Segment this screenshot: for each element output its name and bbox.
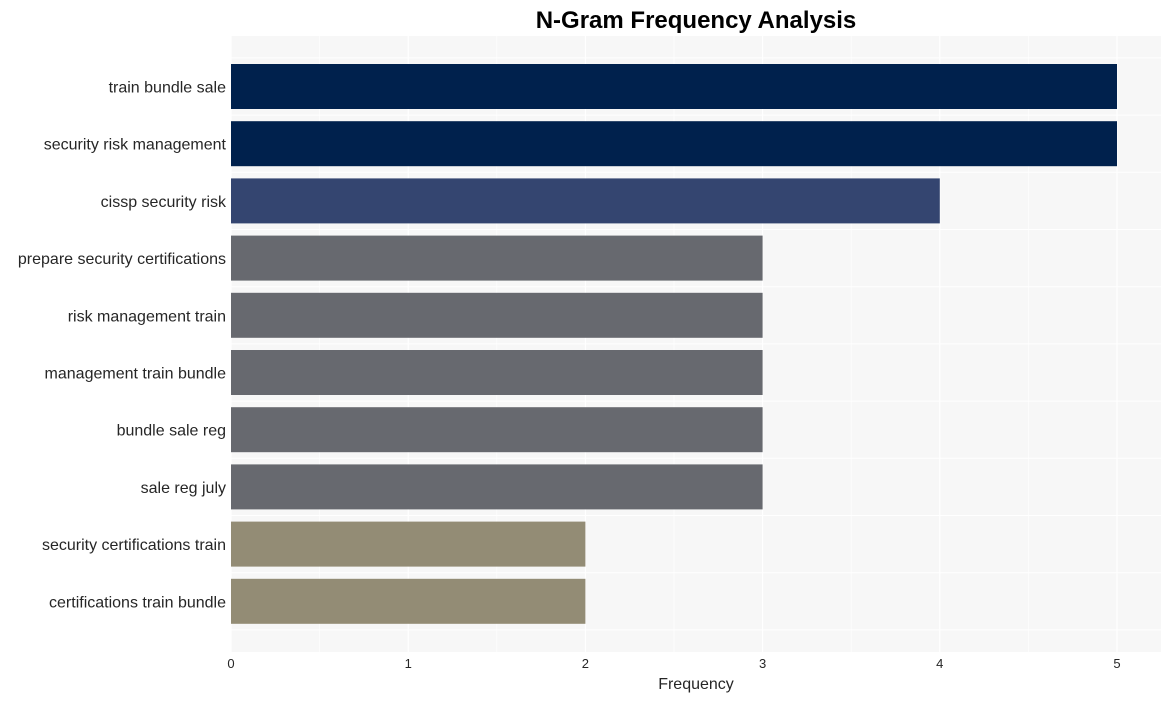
y-tick-label: sale reg july (141, 480, 226, 497)
x-axis-label: Frequency (658, 676, 734, 693)
x-tick-label: 4 (936, 656, 943, 671)
y-tick-label: bundle sale reg (117, 423, 226, 440)
bar (231, 407, 763, 453)
chart-title: N-Gram Frequency Analysis (536, 7, 857, 34)
y-tick-labels: train bundle sale security risk managemen… (18, 80, 227, 612)
x-tick-label: 3 (759, 656, 766, 671)
y-tick-label: security certifications train (42, 537, 226, 554)
y-tick-label: certifications train bundle (49, 594, 226, 611)
bar (231, 464, 763, 510)
y-tick-label: management train bundle (45, 366, 227, 383)
bar (231, 292, 763, 338)
y-tick-label: security risk management (44, 137, 227, 154)
bar (231, 521, 586, 567)
y-tick-label: prepare security certifications (18, 251, 226, 268)
y-tick-label: risk management train (68, 308, 226, 325)
x-tick-label: 5 (1113, 656, 1120, 671)
x-tick-label: 0 (227, 656, 234, 671)
bar (231, 578, 586, 624)
bar (231, 178, 940, 224)
y-tick-label: cissp security risk (101, 194, 227, 211)
bar (231, 64, 1117, 109)
y-tick-label: train bundle sale (109, 80, 227, 97)
bar (231, 235, 763, 281)
x-tick-label: 1 (405, 656, 412, 671)
bar (231, 350, 763, 395)
bar (231, 121, 1117, 167)
x-tick-labels: 0 1 2 3 4 5 (227, 656, 1120, 671)
x-tick-label: 2 (582, 656, 589, 671)
ngram-bar-chart: train bundle sale security risk managemen… (18, 7, 1161, 693)
